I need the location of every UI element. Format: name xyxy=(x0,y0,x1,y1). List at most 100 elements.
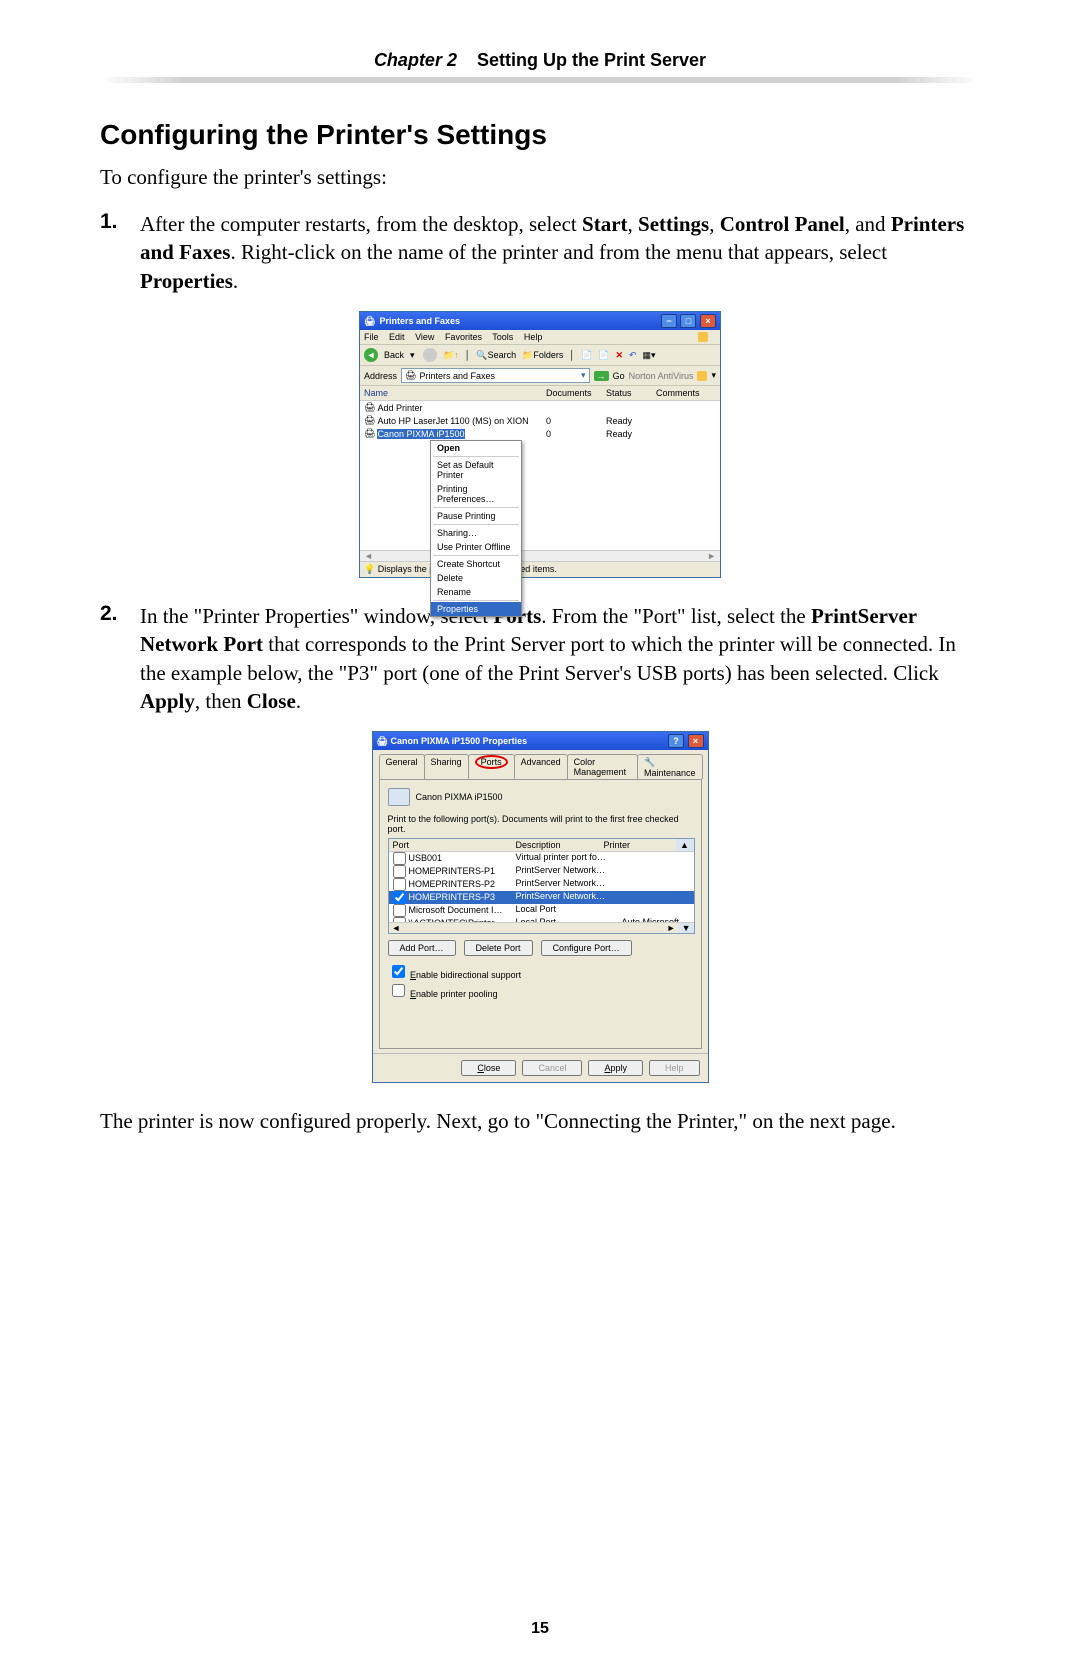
views-button[interactable]: ▦▾ xyxy=(643,350,656,361)
menu-favorites[interactable]: Favorites xyxy=(445,332,482,342)
ctx-shortcut[interactable]: Create Shortcut xyxy=(431,557,521,571)
ctx-set-default[interactable]: Set as Default Printer xyxy=(431,458,521,482)
info-icon: 💡 xyxy=(364,564,375,574)
add-printer-icon: 🖨 xyxy=(364,402,375,413)
search-button[interactable]: 🔍Search xyxy=(476,350,516,361)
norton-label: Norton AntiVirus xyxy=(629,371,694,381)
list-item-selected[interactable]: 🖨Canon PIXMA iP1500 0Ready xyxy=(360,427,720,440)
col-printer[interactable]: Printer xyxy=(600,839,676,851)
port-checkbox[interactable] xyxy=(393,865,406,878)
delete-port-button[interactable]: Delete Port xyxy=(464,940,533,956)
printer-large-icon xyxy=(388,788,410,806)
port-checkbox[interactable] xyxy=(393,878,406,891)
printer-properties-dialog: 🖨 Canon PIXMA iP1500 Properties ? × Gene… xyxy=(372,731,709,1083)
port-row[interactable]: USB001Virtual printer port fo… xyxy=(389,852,694,865)
configure-port-button[interactable]: Configure Port… xyxy=(541,940,632,956)
port-checkbox[interactable] xyxy=(393,904,406,917)
printers-faxes-window: 🖨 Printers and Faxes − □ × File Edit Vie… xyxy=(359,311,721,578)
tab-maintenance[interactable]: 🔧 Maintenance xyxy=(637,754,703,779)
col-description[interactable]: Description xyxy=(512,839,600,851)
close-button[interactable]: Close xyxy=(461,1060,516,1076)
close-button[interactable]: × xyxy=(688,734,704,748)
pooling-checkbox[interactable]: Enable printer pooling xyxy=(388,981,693,1000)
printer-icon: 🖨 xyxy=(364,428,375,439)
ctx-delete[interactable]: Delete xyxy=(431,571,521,585)
step-number: 1. xyxy=(100,210,140,295)
undo-icon[interactable]: ↶ xyxy=(629,350,637,361)
step-body: In the "Printer Properties" window, sele… xyxy=(140,602,980,715)
tab-ports[interactable]: Ports xyxy=(468,754,515,779)
step-2: 2. In the "Printer Properties" window, s… xyxy=(100,602,980,715)
col-port[interactable]: Port xyxy=(389,839,512,851)
list-item[interactable]: 🖨Add Printer xyxy=(360,401,720,414)
ctx-properties[interactable]: Properties xyxy=(431,602,521,616)
port-checkbox[interactable] xyxy=(393,917,406,922)
col-name[interactable]: Name xyxy=(364,388,546,398)
ctx-preferences[interactable]: Printing Preferences… xyxy=(431,482,521,506)
tab-color[interactable]: Color Management xyxy=(567,754,638,779)
scroll-left-icon[interactable]: ◄ xyxy=(389,923,404,933)
port-checkbox[interactable] xyxy=(393,891,406,904)
ctx-open[interactable]: Open xyxy=(431,441,521,455)
tab-general[interactable]: General xyxy=(379,754,425,779)
port-row[interactable]: HOMEPRINTERS-P2PrintServer Network… xyxy=(389,878,694,891)
titlebar[interactable]: 🖨 Printers and Faxes − □ × xyxy=(360,312,720,330)
move-icon[interactable]: 📄 xyxy=(581,350,592,361)
port-row[interactable]: HOMEPRINTERS-P1PrintServer Network… xyxy=(389,865,694,878)
back-label[interactable]: Back xyxy=(384,350,404,360)
tab-advanced[interactable]: Advanced xyxy=(514,754,568,779)
folders-button[interactable]: 📁Folders xyxy=(522,350,563,361)
window-title: Printers and Faxes xyxy=(379,316,460,326)
maximize-button[interactable]: □ xyxy=(680,314,696,328)
column-headers[interactable]: Name Documents Status Comments xyxy=(360,386,720,401)
menu-file[interactable]: File xyxy=(364,332,379,342)
back-button[interactable]: ◄ xyxy=(364,348,378,362)
port-row[interactable]: Microsoft Document I…Local Port xyxy=(389,904,694,917)
scroll-up-icon[interactable]: ▲ xyxy=(676,839,694,851)
dialog-titlebar[interactable]: 🖨 Canon PIXMA iP1500 Properties ? × xyxy=(373,732,708,750)
port-row-selected[interactable]: HOMEPRINTERS-P3PrintServer Network… xyxy=(389,891,694,904)
list-item[interactable]: 🖨Auto HP LaserJet 1100 (MS) on XION 0Rea… xyxy=(360,414,720,427)
scroll-right-icon[interactable]: ► xyxy=(664,923,679,933)
scroll-left-icon[interactable]: ◄ xyxy=(364,551,373,561)
minimize-button[interactable]: − xyxy=(661,314,677,328)
help-button[interactable]: ? xyxy=(668,734,684,748)
menu-edit[interactable]: Edit xyxy=(389,332,405,342)
go-button[interactable]: → xyxy=(594,371,609,381)
step-number: 2. xyxy=(100,602,140,715)
divider xyxy=(100,77,980,83)
apply-button[interactable]: Apply xyxy=(588,1060,643,1076)
address-input[interactable]: 🖨 Printers and Faxes ▾ xyxy=(401,368,590,383)
ctx-pause[interactable]: Pause Printing xyxy=(431,509,521,523)
copy-icon[interactable]: 📄 xyxy=(598,350,609,361)
port-checkbox[interactable] xyxy=(393,852,406,865)
conclusion-text: The printer is now configured properly. … xyxy=(100,1107,980,1135)
windows-flag-icon xyxy=(698,332,708,342)
port-row[interactable]: \\ACTIONTEC\PrinterLocal PortAuto Micros… xyxy=(389,917,694,922)
forward-button[interactable] xyxy=(423,348,437,362)
tab-sharing[interactable]: Sharing xyxy=(424,754,469,779)
step-body: After the computer restarts, from the de… xyxy=(140,210,980,295)
col-comments[interactable]: Comments xyxy=(656,388,716,398)
printer-list: 🖨Add Printer 🖨Auto HP LaserJet 1100 (MS)… xyxy=(360,401,720,550)
menu-help[interactable]: Help xyxy=(524,332,543,342)
col-documents[interactable]: Documents xyxy=(546,388,606,398)
chapter-label: Chapter 2 xyxy=(374,50,457,70)
add-port-button[interactable]: Add Port… xyxy=(388,940,456,956)
scroll-right-icon[interactable]: ► xyxy=(707,551,716,561)
ctx-offline[interactable]: Use Printer Offline xyxy=(431,540,521,554)
menu-tools[interactable]: Tools xyxy=(492,332,513,342)
close-button[interactable]: × xyxy=(700,314,716,328)
col-status[interactable]: Status xyxy=(606,388,656,398)
dropdown-icon[interactable]: ▾ xyxy=(581,370,586,381)
up-button[interactable]: 📁↑ xyxy=(443,350,459,361)
ctx-sharing[interactable]: Sharing… xyxy=(431,526,521,540)
delete-icon[interactable]: ✕ xyxy=(615,350,623,361)
menubar[interactable]: File Edit View Favorites Tools Help xyxy=(360,330,720,345)
cancel-button: Cancel xyxy=(522,1060,582,1076)
scroll-down-icon[interactable]: ▼ xyxy=(679,923,694,933)
bidirectional-checkbox[interactable]: Enable bidirectional support xyxy=(388,962,693,981)
menu-view[interactable]: View xyxy=(415,332,434,342)
ctx-rename[interactable]: Rename xyxy=(431,585,521,599)
status-bar: 💡 Displays the properties of the selecte… xyxy=(360,561,720,577)
